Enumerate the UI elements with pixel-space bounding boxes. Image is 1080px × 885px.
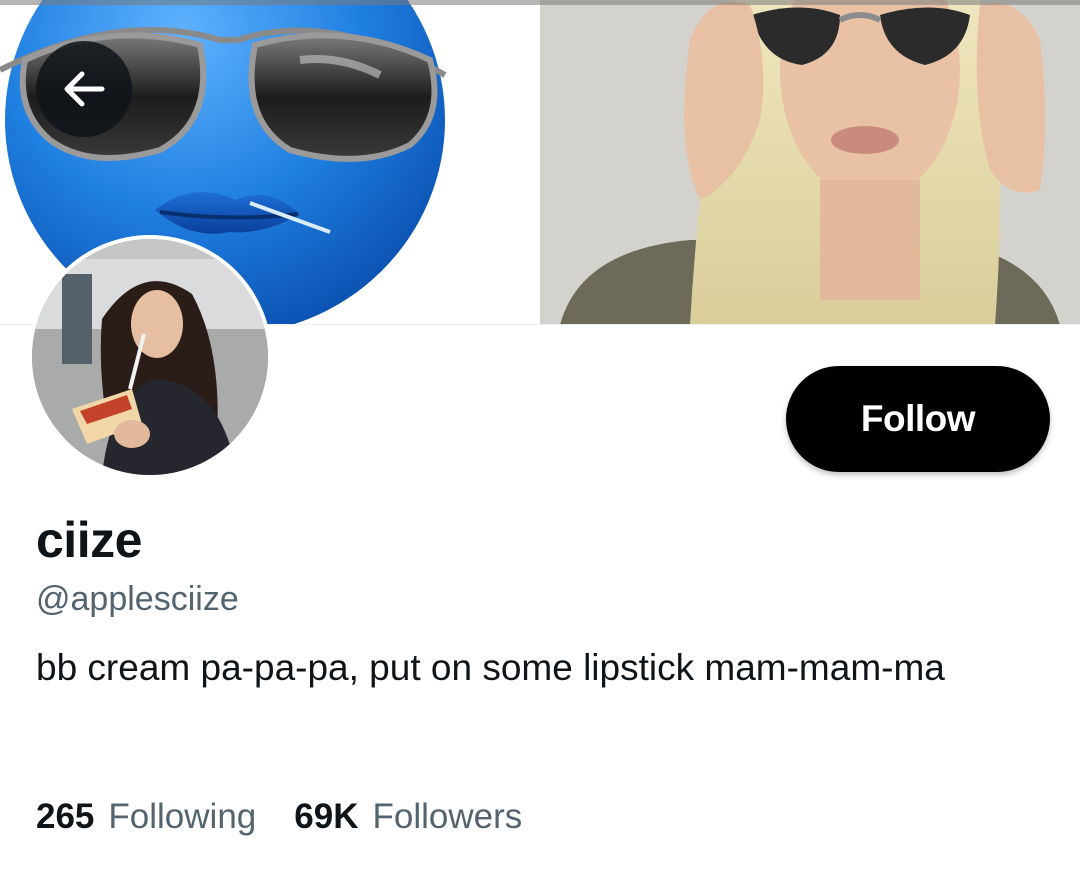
profile-stats: 265 Following 69K Followers [36,795,522,839]
display-name: ciize [36,512,142,568]
follow-button-label: Follow [860,398,976,439]
followers-label: Followers [372,797,523,836]
follow-button[interactable]: Follow [786,366,1050,472]
banner-photo-image [540,0,1080,324]
profile-page: Follow ciize @applesciize bb cream pa-pa… [0,0,1080,885]
back-button[interactable] [36,41,132,137]
following-count: 265 [36,797,95,836]
followers-stat[interactable]: 69K Followers [294,795,522,839]
following-label: Following [108,797,257,836]
followers-count: 69K [294,797,359,836]
following-stat[interactable]: 265 Following [36,795,256,839]
status-strip [0,0,1080,5]
profile-handle: @applesciize [36,580,239,618]
arrow-left-icon [58,63,110,115]
avatar-image [32,239,268,475]
profile-bio: bb cream pa-pa-pa, put on some lipstick … [36,647,945,688]
avatar[interactable] [28,235,272,479]
